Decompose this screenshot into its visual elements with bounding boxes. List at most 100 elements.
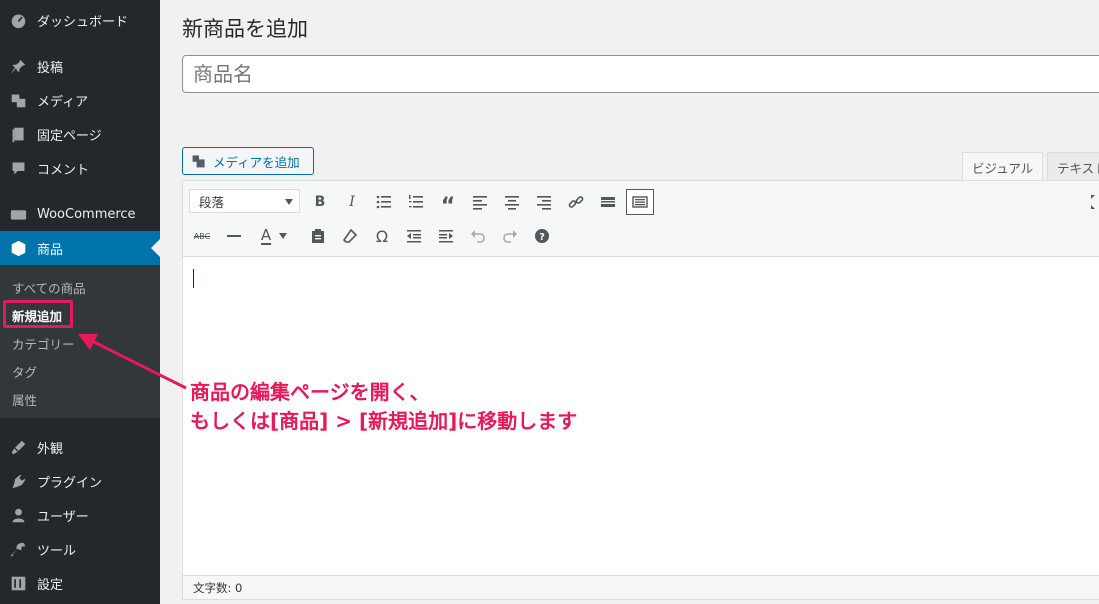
align-right-icon	[537, 196, 551, 210]
bold-button[interactable]: B	[309, 191, 331, 213]
page-icon	[9, 125, 27, 143]
strikethrough-icon: ABC	[193, 231, 211, 241]
quote-icon: “	[440, 193, 456, 219]
indent-button[interactable]	[435, 225, 457, 247]
menu-plugins[interactable]: プラグイン	[0, 464, 160, 498]
menu-comments[interactable]: コメント	[0, 151, 160, 185]
menu-woocommerce[interactable]: WooCommerce	[0, 197, 160, 231]
undo-icon	[471, 230, 485, 243]
outdent-button[interactable]	[403, 225, 425, 247]
text-color-button[interactable]: A	[255, 225, 277, 247]
format-select-value: 段落	[199, 194, 225, 210]
format-select[interactable]: 段落	[189, 189, 300, 213]
italic-icon: I	[349, 194, 355, 210]
pin-icon	[9, 57, 27, 75]
menu-users[interactable]: ユーザー	[0, 498, 160, 532]
paste-text-button[interactable]	[307, 225, 329, 247]
menu-label: ユーザー	[37, 509, 89, 525]
add-media-button[interactable]: メディアを追加	[182, 147, 314, 175]
align-left-button[interactable]	[469, 191, 491, 213]
menu-media[interactable]: メディア	[0, 83, 160, 117]
menu-label: プラグイン	[37, 475, 103, 491]
blockquote-button[interactable]: “	[437, 191, 459, 219]
submenu-attributes[interactable]: 属性	[12, 390, 37, 409]
bullet-list-button[interactable]	[373, 191, 395, 213]
special-character-button[interactable]: Ω	[371, 225, 393, 247]
redo-button[interactable]	[499, 225, 521, 247]
undo-button[interactable]	[467, 225, 489, 247]
link-icon	[568, 196, 584, 208]
outdent-icon	[407, 230, 421, 243]
horizontal-line-icon	[227, 235, 241, 237]
annotation-line-1: 商品の編集ページを開く、	[190, 380, 430, 404]
menu-posts[interactable]: 投稿	[0, 49, 160, 83]
eraser-icon	[342, 228, 358, 243]
menu-label: 固定ページ	[37, 128, 102, 144]
menu-label: コメント	[37, 162, 90, 178]
bold-icon: B	[314, 194, 326, 210]
text-color-dropdown[interactable]	[277, 225, 289, 247]
svg-text:?: ?	[539, 232, 545, 243]
fullscreen-icon	[1091, 195, 1095, 209]
clear-formatting-button[interactable]	[339, 225, 361, 247]
align-right-button[interactable]	[533, 191, 555, 213]
media-icon	[9, 91, 27, 109]
menu-products[interactable]: 商品	[0, 231, 160, 265]
keyboard-icon	[632, 196, 648, 208]
dashboard-icon	[9, 11, 27, 29]
chevron-down-icon	[285, 199, 293, 205]
plugin-icon	[9, 472, 27, 490]
menu-label: ツール	[37, 543, 77, 559]
italic-button[interactable]: I	[341, 191, 363, 213]
menu-label: 外観	[37, 441, 64, 457]
bullet-list-icon	[376, 195, 391, 209]
omega-icon: Ω	[375, 226, 389, 246]
user-icon	[9, 506, 27, 524]
chevron-down-icon	[279, 233, 287, 239]
menu-dashboard[interactable]: ダッシュボード	[0, 3, 160, 37]
submenu-tags[interactable]: タグ	[12, 362, 37, 381]
text-cursor	[193, 269, 194, 288]
settings-icon	[9, 574, 27, 592]
menu-label: WooCommerce	[37, 206, 136, 222]
active-menu-arrow	[151, 239, 160, 257]
product-name-input[interactable]	[182, 55, 1099, 93]
toolbar-toggle-button[interactable]	[626, 189, 654, 215]
horizontal-line-button[interactable]	[223, 225, 245, 247]
numbered-list-icon	[409, 195, 423, 208]
submenu-all-products[interactable]: すべての商品	[12, 278, 86, 297]
strikethrough-button[interactable]: ABC	[191, 225, 213, 247]
redo-icon	[503, 230, 517, 243]
annotation-text: 商品の編集ページを開く、 もしくは[商品] > [新規追加]に移動します	[190, 378, 577, 436]
brush-icon	[9, 438, 27, 456]
read-more-button[interactable]	[597, 191, 619, 213]
text-color-icon: A	[260, 225, 272, 245]
tab-visual[interactable]: ビジュアル	[962, 152, 1044, 181]
page-title: 新商品を追加	[182, 17, 308, 41]
wrench-icon	[9, 540, 27, 558]
insert-link-button[interactable]	[565, 191, 587, 213]
media-icon	[192, 155, 205, 168]
keyboard-shortcuts-button[interactable]: ?	[531, 225, 553, 247]
submenu-categories[interactable]: カテゴリー	[12, 334, 75, 353]
menu-label: 設定	[37, 577, 64, 593]
help-icon: ?	[535, 229, 549, 243]
menu-pages[interactable]: 固定ページ	[0, 117, 160, 151]
editor-statusbar: 文字数: 0	[183, 575, 1099, 599]
menu-tools[interactable]: ツール	[0, 532, 160, 566]
woo-icon	[9, 205, 27, 223]
menu-appearance[interactable]: 外観	[0, 430, 160, 464]
indent-icon	[439, 230, 453, 243]
products-submenu: すべての商品 新規追加 カテゴリー タグ 属性	[0, 265, 160, 418]
align-center-button[interactable]	[501, 191, 523, 213]
tab-text[interactable]: テキスト	[1047, 152, 1099, 181]
product-box-icon	[9, 239, 27, 257]
menu-label: 商品	[37, 242, 64, 258]
add-new-highlight-box	[3, 300, 73, 328]
numbered-list-button[interactable]	[405, 191, 427, 213]
editor-toolbar: 段落 B I “ ABC A Ω ?	[183, 181, 1099, 257]
menu-settings[interactable]: 設定	[0, 566, 160, 600]
comment-icon	[9, 159, 27, 177]
align-center-icon	[505, 196, 519, 210]
fullscreen-button[interactable]	[1087, 191, 1099, 213]
